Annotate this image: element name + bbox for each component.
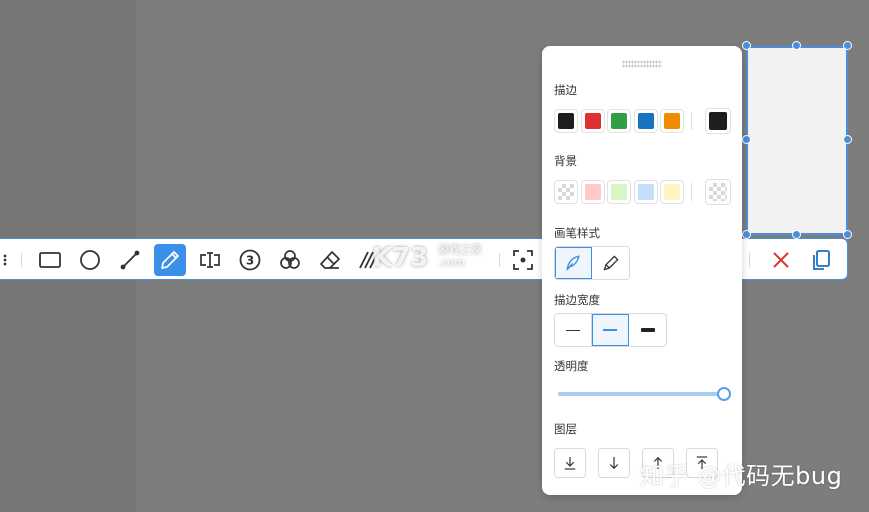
stroke-swatch-5[interactable]	[660, 109, 684, 133]
pen-style-label: 画笔样式	[554, 226, 600, 240]
send-to-back-icon[interactable]	[554, 448, 586, 478]
resize-handle-nw[interactable]	[742, 41, 751, 50]
eraser-icon[interactable]	[314, 244, 346, 276]
zhihu-watermark: 知乎 @代码无bug	[640, 462, 843, 490]
resize-handle-ne[interactable]	[843, 41, 852, 50]
stroke-width-label: 描边宽度	[554, 293, 600, 307]
resize-handle-s[interactable]	[792, 230, 801, 239]
background-swatch-5[interactable]	[660, 180, 684, 204]
stroke-swatch-2[interactable]	[580, 109, 605, 133]
stroke-swatch-3[interactable]	[607, 109, 631, 133]
background-swatch-1[interactable]	[554, 180, 578, 204]
opacity-slider-thumb[interactable]	[717, 387, 731, 401]
scan-icon[interactable]	[507, 244, 539, 276]
background-swatch-4[interactable]	[633, 180, 658, 204]
drag-handle-icon[interactable]	[622, 60, 662, 68]
number-icon[interactable]: 3	[234, 244, 266, 276]
copy-icon[interactable]	[805, 244, 837, 276]
grip-icon[interactable]	[0, 244, 27, 276]
rectangle-icon[interactable]	[34, 244, 66, 276]
resize-handle-w[interactable]	[742, 135, 751, 144]
line-icon[interactable]	[114, 244, 146, 276]
svg-text:3: 3	[246, 254, 254, 268]
marker-pen-icon[interactable]	[592, 247, 629, 279]
opacity-slider-track[interactable]	[558, 392, 726, 396]
resize-handle-e[interactable]	[843, 135, 852, 144]
stroke-width-bold[interactable]	[629, 314, 666, 346]
stroke-label: 描边	[554, 83, 577, 97]
resize-handle-sw[interactable]	[742, 230, 751, 239]
background-label: 背景	[554, 154, 577, 168]
resize-handle-se[interactable]	[843, 230, 852, 239]
pencil-icon[interactable]	[154, 244, 186, 276]
swatch-divider	[691, 183, 692, 201]
stroke-width-medium[interactable]	[592, 314, 629, 346]
swatch-divider	[691, 112, 692, 130]
send-backward-icon[interactable]	[598, 448, 630, 478]
pen-style-group	[554, 246, 630, 280]
toolbar-divider	[749, 253, 750, 267]
text-icon[interactable]	[194, 244, 226, 276]
background-swatch-3[interactable]	[607, 180, 631, 204]
background-current-color[interactable]	[705, 179, 731, 205]
ellipse-icon[interactable]	[74, 244, 106, 276]
stroke-current-color[interactable]	[705, 108, 731, 134]
layers-label: 图层	[554, 422, 577, 436]
cancel-icon[interactable]	[765, 244, 797, 276]
opacity-label: 透明度	[554, 359, 589, 373]
background-swatch-2[interactable]	[580, 180, 605, 204]
site-logo-watermark: K73 游戏之家 .com	[372, 243, 482, 273]
fine-pen-icon[interactable]	[555, 247, 592, 279]
stroke-swatch-1[interactable]	[554, 109, 578, 133]
toolbar-divider	[21, 253, 22, 267]
stroke-width-group	[554, 313, 667, 347]
resize-handle-n[interactable]	[792, 41, 801, 50]
selected-shape[interactable]	[746, 46, 848, 235]
stroke-width-thin[interactable]	[555, 314, 592, 346]
toolbar-divider	[499, 253, 500, 267]
properties-panel: 描边 背景 画笔样式 描边宽度 透明度 图层	[542, 46, 742, 495]
blur-icon[interactable]	[274, 244, 306, 276]
stroke-swatch-4[interactable]	[633, 109, 658, 133]
